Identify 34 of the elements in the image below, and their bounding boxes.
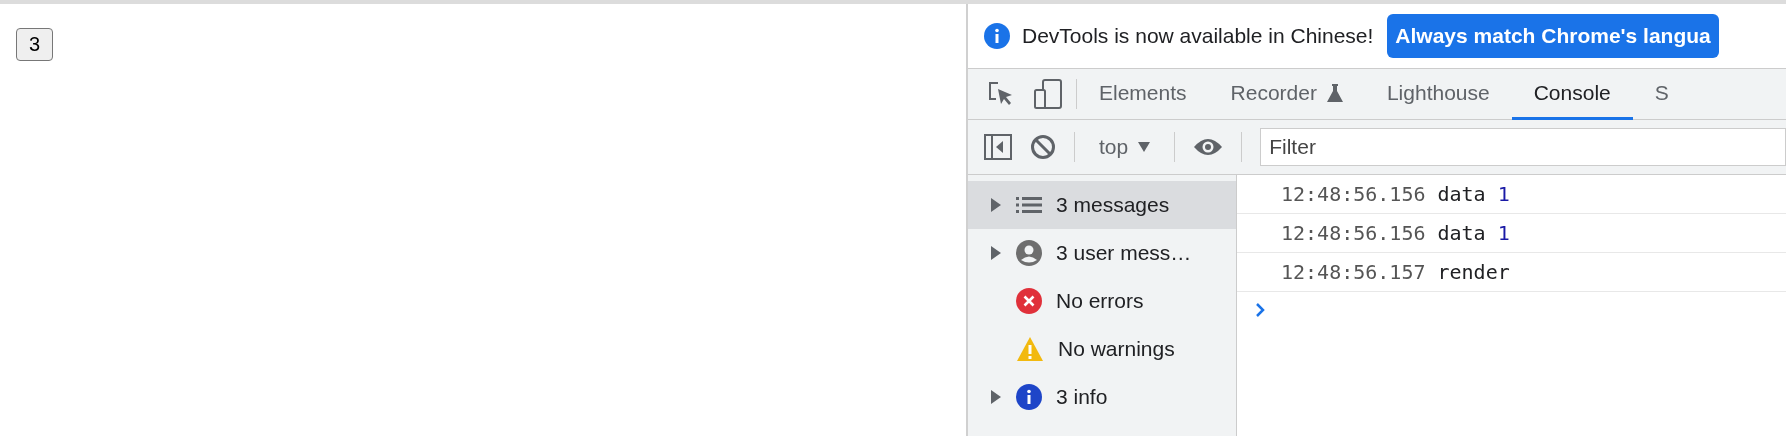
eye-icon[interactable] <box>1193 137 1224 157</box>
info-icon <box>1016 384 1042 410</box>
console-message: 12:48:56.156 data 1 <box>1237 214 1786 253</box>
panel-tab[interactable]: Lighthouse <box>1364 69 1512 120</box>
clear-icon[interactable] <box>1030 134 1056 160</box>
device-icon[interactable] <box>1034 79 1062 109</box>
warning-icon <box>1016 336 1044 362</box>
sidebar-item[interactable]: 3 messages <box>968 181 1236 229</box>
list-icon <box>1016 196 1042 214</box>
expand-icon[interactable] <box>990 390 1002 404</box>
user-icon <box>1016 240 1042 266</box>
expand-icon[interactable] <box>990 198 1002 212</box>
context-dropdown[interactable]: top <box>1093 134 1157 160</box>
error-icon <box>1016 288 1042 314</box>
console-message: 12:48:56.156 data 1 <box>1237 175 1786 214</box>
banner-message: DevTools is now available in Chinese! <box>1022 24 1374 48</box>
panel-tab[interactable]: Recorder <box>1208 69 1365 120</box>
panel-tab[interactable]: S <box>1632 69 1691 120</box>
caret-icon <box>1138 142 1151 152</box>
info-icon <box>984 23 1010 49</box>
sidebar-item[interactable]: 3 user mess… <box>968 229 1236 277</box>
counter-button[interactable]: 3 <box>16 28 54 61</box>
flask-icon <box>1326 84 1343 102</box>
prompt-icon[interactable] <box>1255 302 1265 318</box>
filter-field[interactable]: Filter <box>1260 128 1786 166</box>
language-button[interactable]: Always match Chrome's langua <box>1387 14 1719 58</box>
sidebar-item[interactable]: No warnings <box>968 325 1236 373</box>
sidebar-item[interactable]: No errors <box>968 277 1236 325</box>
sidebar-toggle-icon[interactable] <box>984 134 1012 160</box>
panel-tab[interactable]: Elements <box>1077 69 1209 120</box>
sidebar-item[interactable]: 3 info <box>968 373 1236 421</box>
inspect-icon[interactable] <box>988 81 1014 107</box>
expand-icon[interactable] <box>990 246 1002 260</box>
console-message: 12:48:56.157 render <box>1237 253 1786 292</box>
